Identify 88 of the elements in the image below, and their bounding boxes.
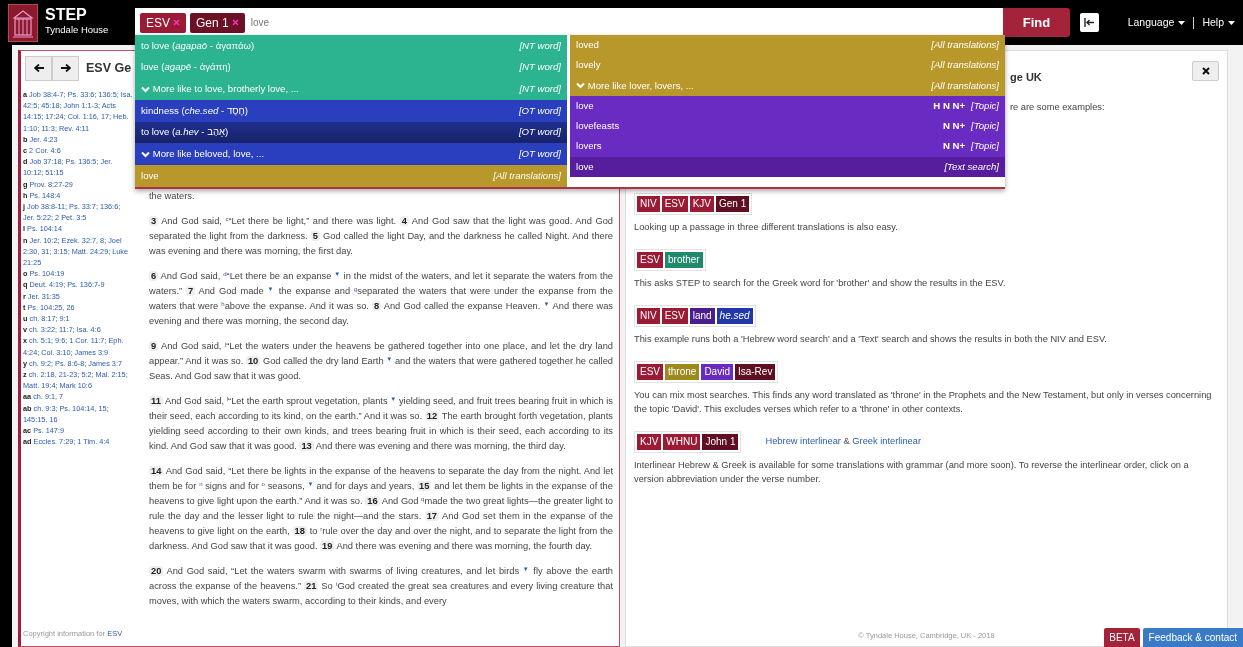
category-label: [OT word] [518, 103, 561, 118]
search-tag[interactable]: Gen 1 [190, 12, 245, 33]
category-label: [NT word] [519, 38, 561, 53]
left-arrow-icon [33, 64, 44, 72]
source-codes: N N+ [942, 119, 966, 134]
category-label: [NT word] [519, 60, 561, 75]
suggestion-item[interactable]: love [Text search] [570, 156, 1005, 178]
example-query[interactable]: NIV ESV KJV Gen 1 [634, 192, 753, 215]
interlinear-link[interactable]: Greek interlinear [852, 435, 922, 446]
logo-icon [8, 3, 38, 42]
example-description: Interlinear Hebrew & Greek is available for some translations with grammar (and more soon). To reverse the interlinear order, click on a version abbreviation under the verse number. [634, 458, 1190, 486]
search-tag: he.sed [716, 307, 753, 324]
passage-title: ESV Ge [86, 59, 132, 77]
category-label: [All translations] [931, 78, 999, 93]
search-tag: throne [665, 363, 700, 380]
example-description: Looking up a passage in three different translations is also easy. [634, 220, 899, 234]
example-query[interactable]: ESV throne David Isa-Rev [634, 360, 779, 383]
brand-subtitle: Tyndale House [45, 23, 109, 38]
interlinear-links: Hebrew interlinear & Greek interlinear [765, 434, 922, 448]
right-arrow-icon [60, 64, 71, 72]
category-label: [NT word] [519, 82, 561, 96]
menu-link[interactable]: Language [1127, 14, 1186, 31]
search-tag: Isa-Rev [734, 363, 776, 380]
source-codes: H N N+ [933, 98, 966, 113]
forward-button[interactable] [52, 55, 79, 81]
suggestion-item[interactable]: lovers N N+ [Topic] [570, 136, 1005, 157]
chevron-icon [141, 150, 150, 158]
verse-paragraph: 14 And God said, “Let there be lights in the expanse of the heavens to separate the day from the night. And let them be for $^{n}$ signs and for $^{o}$ seasons, $^{▼}$ and for days and years, 15 and let them be lights in the expanse of the heavens to give light upon the earth.” And it was so. 16 And God $^{q}$made the two great lights—the greater light to rule the day and the lesser light to rule the night—and the stars. 17 And God set them in the expanse of the heavens to give light on the earth, 18 to $^{r}$rule over the day and over the night, and to separate the light from the darkness. And God saw that it was good. 19 And there was evening and there was morning, the fourth day. [149, 465, 613, 553]
chevron-icon [576, 82, 585, 90]
brand-title: STEP [45, 7, 88, 24]
category-label: [All translations] [493, 168, 561, 183]
example-description: You can mix most searches. This finds any word translated as 'throne' in the Prophets and the New Testament, but only in verses concerning the topic 'David'. This excludes verses which refer to a 'throne' in other contexts. [634, 388, 1213, 416]
caret-icon [1178, 20, 1186, 25]
verse-paragraph: 20 And God said, “Let the waters swarm with swarms of living creatures, and let birds $^{▼}$ fly above the earth across the expanse of the heavens.” 21 So $^{t}$God created the great sea creatures and every living creature that moves, with which the waters swarm, according to their kinds, and every [149, 565, 613, 608]
category-label: [Topic] [971, 119, 999, 134]
search-tag: Gen 1 [716, 195, 750, 212]
interlinear-link[interactable]: Hebrew interlinear [765, 435, 841, 446]
category-label: [OT word] [518, 125, 561, 140]
close-icon [231, 19, 239, 26]
search-tag: ESV [661, 195, 688, 212]
example-query[interactable]: KJV WHNU John 1 [634, 430, 742, 453]
verse-paragraph: 6 And God said, $^{d}$“Let there be an expanse $^{▼}$ in the midst of the waters, and let it separate the waters from the waters.” 7 And God made $^{▼}$ the expanse and $^{g}$separated the waters that were under the expanse from the waters that were $^{h}$above the expanse. And it was so. 8 And God called the expanse Heaven. $^{▼}$ And there was evening and there was morning, the second day. [149, 270, 613, 328]
verse-paragraph: the waters. [149, 190, 196, 203]
search-tag: KJV [689, 195, 715, 212]
feedback-button[interactable]: Feedback & contact [1142, 628, 1243, 647]
search-tag: WHNU [663, 433, 701, 450]
category-label: [Text search] [944, 159, 999, 174]
search-field[interactable]: ESV Gen 1 love [135, 8, 1003, 37]
beta-badge: BETA [1104, 628, 1140, 647]
suggestion-item[interactable]: lovefeasts N N+ [Topic] [570, 116, 1005, 137]
chevron-icon [141, 85, 150, 93]
search-tag: KJV [637, 433, 662, 450]
help-heading: ge UK [1010, 70, 1042, 85]
search-tag: David [701, 363, 733, 380]
category-label: [Topic] [971, 98, 999, 113]
category-label: [Topic] [971, 139, 999, 154]
verse-paragraph: 11 And God said, $^{l}$“Let the earth sprout vegetation, plants $^{▼}$ yielding seed, and fruit trees bearing fruit in which is their seed, each according to its kind, on the earth.” And it was so. 12 The earth brought forth vegetation, plants yielding seed according to their own kinds, and trees bearing fruit in which is their seed, each according to its kind. And God saw that it was good. 13 And there was evening and there was morning, the third day. [149, 395, 613, 453]
search-tag: NIV [637, 195, 660, 212]
search-tag: ESV [661, 307, 688, 324]
example-description: This asks STEP to search for the Greek word for 'brother' and show the results in the ESV. [634, 276, 1007, 290]
close-icon [173, 19, 180, 26]
verse-paragraph: 3 And God said, $^{c}$“Let there be light,” and there was light. 4 And God saw that the light was good. And God separated the light from the darkness. 5 God called the light Day, and the darkness he called Night. And there was evening and there was morning, the first day. [149, 215, 613, 258]
close-button[interactable] [1192, 61, 1219, 81]
example-query[interactable]: NIV ESV land he.sed [634, 304, 756, 327]
suggestion-item[interactable]: love H N N+ [Topic] [570, 95, 1005, 117]
suggestion-item[interactable]: More like beloved, love, ... [OT word] [135, 143, 567, 166]
example-description: This example runs both a 'Hebrew word search' and a 'Text' search and shows the results in both the NIV and ESV. [634, 332, 1108, 346]
collapse-icon [1084, 18, 1095, 27]
source-codes: N N+ [942, 139, 966, 154]
example-query[interactable]: ESV brother [634, 248, 706, 271]
find-button[interactable]: Find [1003, 8, 1070, 37]
sidebar-toggle-button[interactable] [1080, 13, 1099, 32]
verse-paragraph: 9 And God said, $^{j}$“Let the waters under the heavens be gathered together into one place, and let the dry land appear.” And it was so. 10 God called the dry land Earth $^{▼}$ and the waters that were gathered together he called Seas. And God saw that it was good. [149, 340, 613, 383]
search-tag: ESV [637, 363, 663, 380]
close-icon [1201, 67, 1210, 75]
back-button[interactable] [25, 55, 52, 81]
search-tag: land [689, 307, 715, 324]
category-label: [All translations] [931, 58, 999, 73]
menu-link[interactable]: Help [1202, 14, 1235, 31]
caret-icon [1228, 20, 1235, 25]
search-tag[interactable]: ESV [140, 12, 186, 33]
search-tag: ESV [637, 251, 663, 268]
help-intro: re are some examples: [1010, 101, 1106, 114]
search-tag: NIV [637, 307, 660, 324]
category-label: [OT word] [518, 147, 561, 162]
category-label: [All translations] [931, 37, 999, 52]
search-tag: John 1 [702, 433, 739, 450]
search-tag: brother [665, 251, 703, 268]
